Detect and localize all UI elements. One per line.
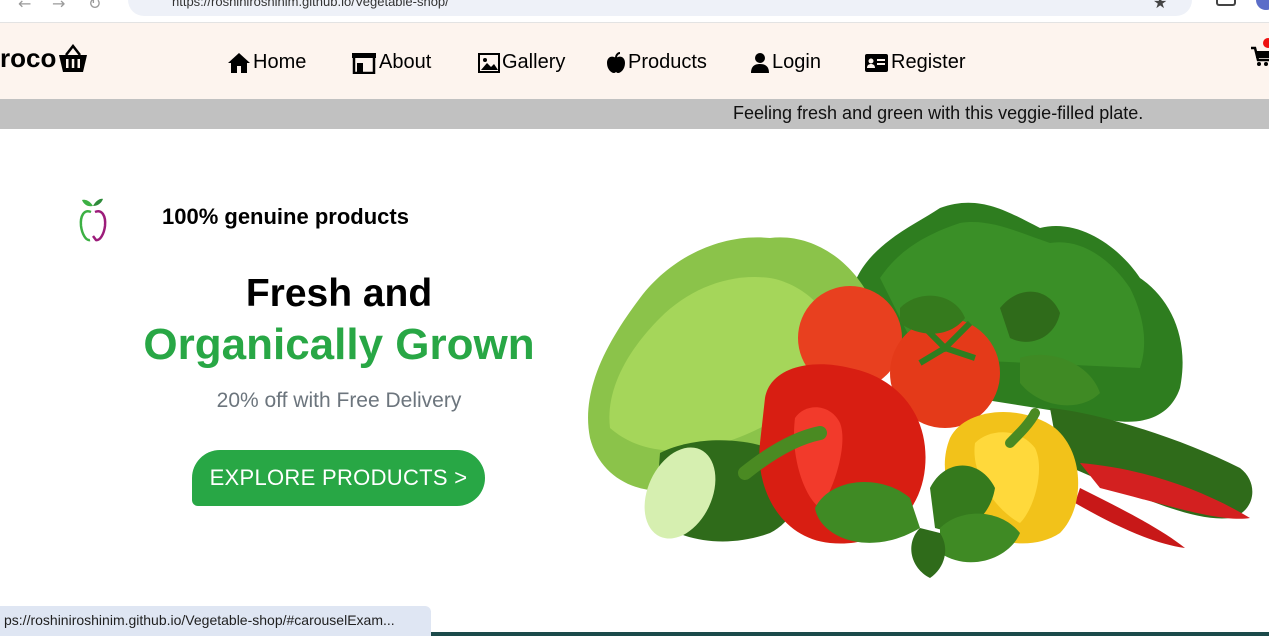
cart-icon[interactable] <box>1251 45 1269 67</box>
site-navbar: roco Home About Gallery Products Login R… <box>0 23 1269 99</box>
forward-icon[interactable]: → <box>52 0 65 13</box>
nav-products[interactable]: Products <box>606 51 707 74</box>
genuine-apple-icon <box>79 198 107 242</box>
home-icon <box>228 52 250 73</box>
genuine-tagline: 100% genuine products <box>162 204 409 229</box>
user-icon <box>751 52 769 73</box>
browser-status-bar: ps://roshiniroshinim.github.io/Vegetable… <box>0 606 431 636</box>
profile-avatar[interactable] <box>1256 0 1269 10</box>
nav-about[interactable]: About <box>351 51 431 74</box>
nav-register[interactable]: Register <box>864 51 965 74</box>
nav-gallery-label: Gallery <box>502 51 566 73</box>
store-icon <box>352 52 376 74</box>
marquee-banner: Feeling fresh and green with this veggie… <box>0 99 1269 129</box>
explore-products-button[interactable]: EXPLORE PRODUCTS > <box>192 450 485 506</box>
bookmark-star-icon[interactable]: ★ <box>1153 0 1167 12</box>
extensions-icon[interactable] <box>1216 0 1236 6</box>
nav-home-label: Home <box>253 51 307 73</box>
bottom-border <box>431 632 1269 636</box>
apple-icon <box>607 51 625 73</box>
brand-name: roco <box>0 43 57 73</box>
hero-headline-line1: Fresh and <box>245 272 433 315</box>
nav-login[interactable]: Login <box>750 51 821 74</box>
hero-offer-text: 20% off with Free Delivery <box>216 389 462 412</box>
address-bar-url[interactable]: https://roshiniroshinim.github.io/Vegeta… <box>172 0 449 9</box>
nav-products-label: Products <box>628 51 707 73</box>
nav-login-label: Login <box>772 51 821 73</box>
reload-icon[interactable]: ↻ <box>88 0 101 13</box>
basket-icon <box>59 43 88 72</box>
image-icon <box>478 52 500 73</box>
browser-toolbar: ← → ↻ https://roshiniroshinim.github.io/… <box>0 0 1269 23</box>
nav-home[interactable]: Home <box>227 51 306 74</box>
marquee-text: Feeling fresh and green with this veggie… <box>733 103 1144 123</box>
id-card-icon <box>865 53 888 72</box>
nav-about-label: About <box>379 51 432 73</box>
hero-headline-line2: Organically Grown <box>143 320 535 369</box>
nav-register-label: Register <box>891 51 966 73</box>
status-url: ps://roshiniroshinim.github.io/Vegetable… <box>4 612 395 628</box>
vegetables-image <box>588 202 1253 578</box>
brand-logo[interactable]: roco <box>0 43 89 74</box>
nav-gallery[interactable]: Gallery <box>478 51 565 74</box>
back-icon[interactable]: ← <box>18 0 31 13</box>
cart-badge <box>1263 38 1269 48</box>
